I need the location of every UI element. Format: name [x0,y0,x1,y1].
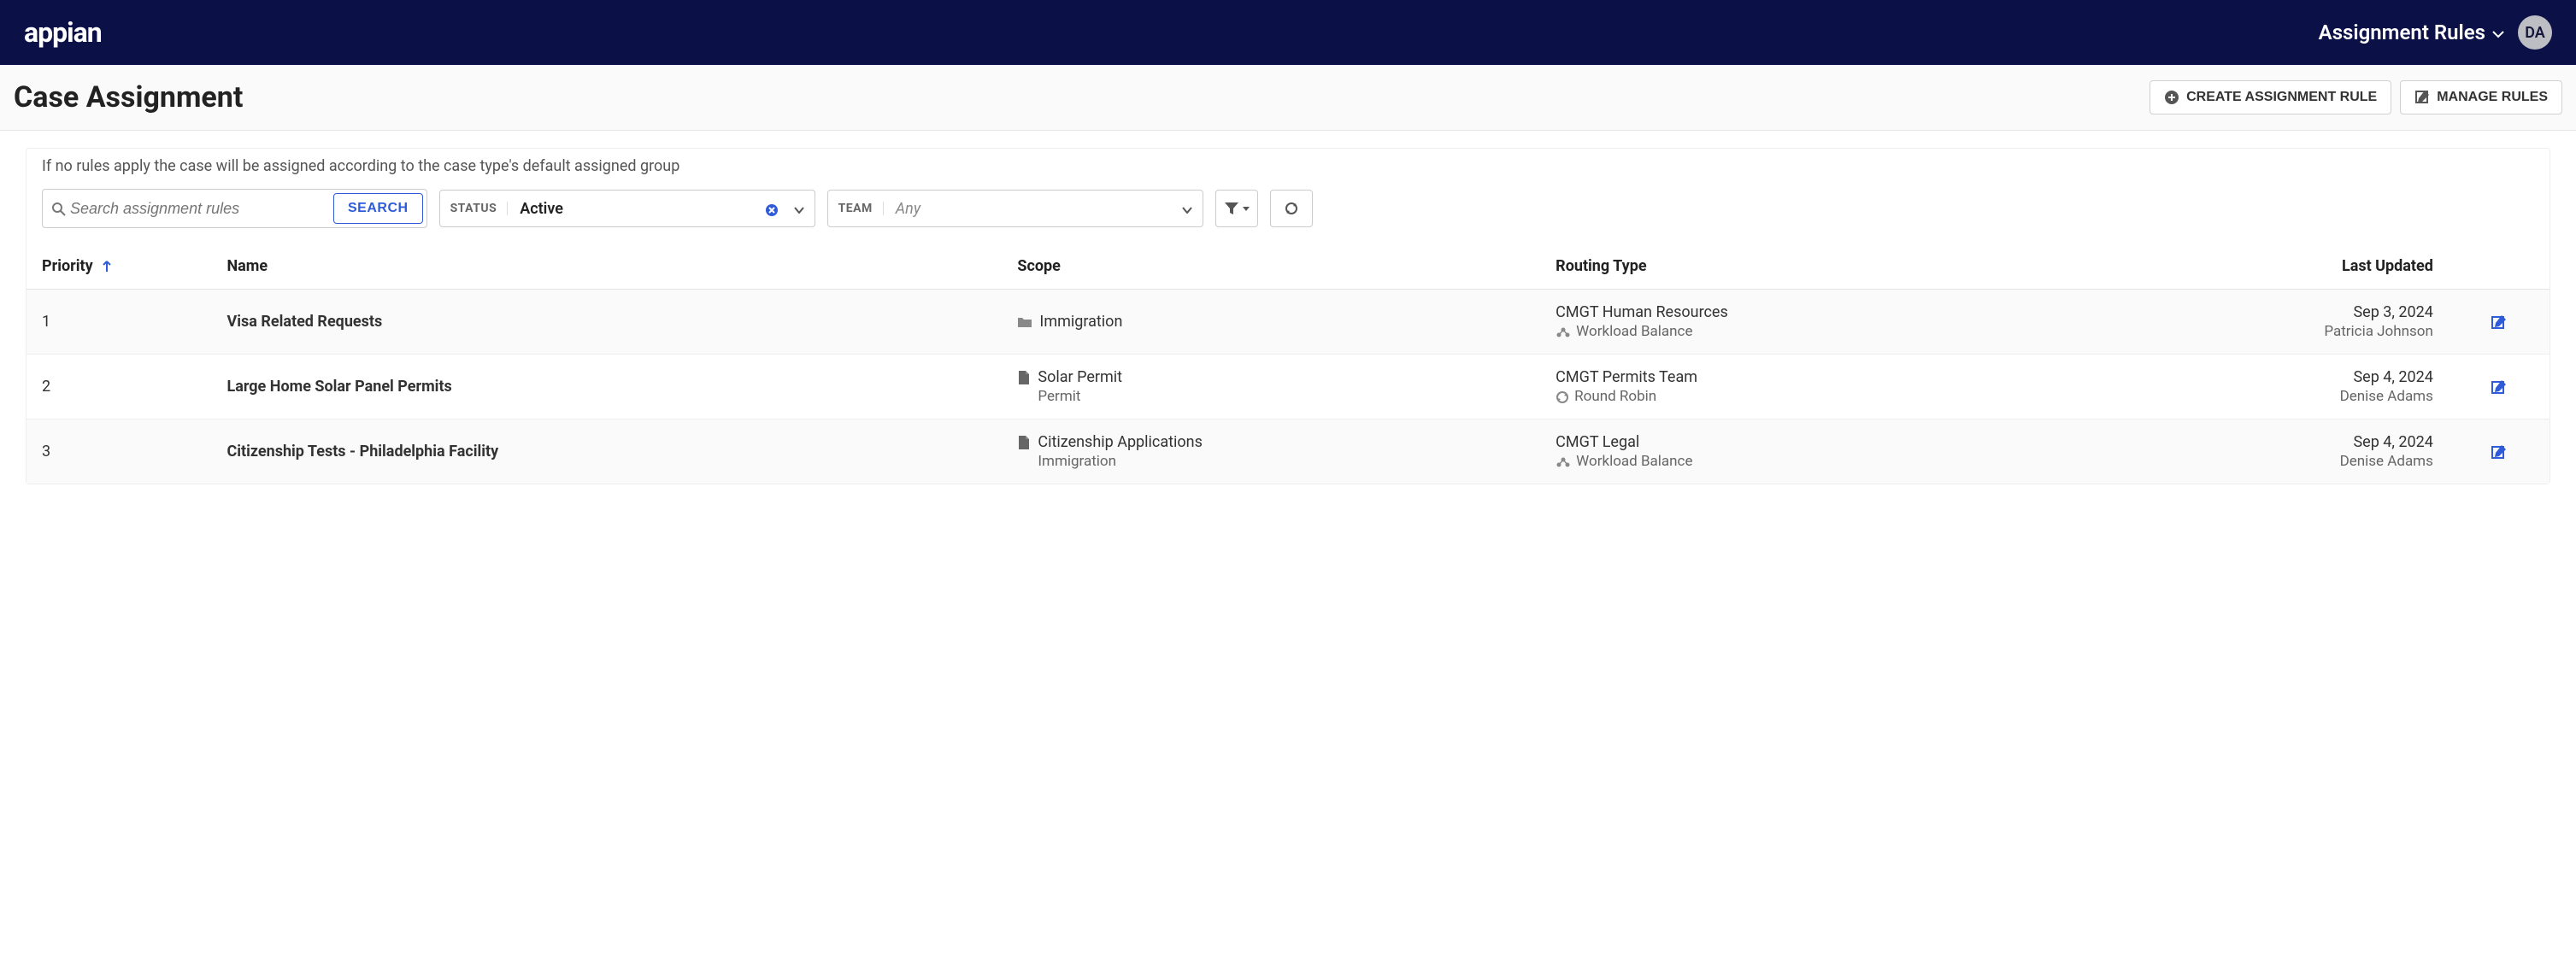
updated-date-text: Sep 4, 2024 [2161,433,2433,451]
status-clear-icon[interactable] [760,201,784,217]
scope-cell: Solar Permit Permit [1002,355,1540,419]
rules-table: Priority Name Scope Routing Type Last Up… [26,243,2550,484]
updated-by-text: Denise Adams [2161,388,2433,405]
status-filter[interactable]: STATUS Active [439,190,815,227]
routing-cell: CMGT Legal Workload Balance [1540,419,2145,484]
rules-card: If no rules apply the case will be assig… [26,148,2550,484]
routing-type-text: Workload Balance [1576,323,1692,340]
search-input[interactable] [67,193,325,225]
updated-cell: Sep 4, 2024 Denise Adams [2146,355,2449,419]
search-group: SEARCH [42,189,427,228]
updated-by-text: Patricia Johnson [2161,323,2433,340]
manage-button-label: MANAGE RULES [2437,90,2548,105]
col-scope-header[interactable]: Scope [1002,243,1540,290]
user-avatar[interactable]: DA [2518,15,2552,50]
col-action-header [2449,243,2550,290]
priority-cell: 3 [26,419,211,484]
round-robin-icon [1556,388,1569,405]
name-cell: Citizenship Tests - Philadelphia Facilit… [211,419,1002,484]
updated-cell: Sep 4, 2024 Denise Adams [2146,419,2449,484]
hint-text: If no rules apply the case will be assig… [26,149,2550,189]
table-header-row: Priority Name Scope Routing Type Last Up… [26,243,2550,290]
search-icon [51,200,67,217]
scope-title-text: Solar Permit [1038,368,1122,386]
routing-cell: CMGT Permits Team Round Robin [1540,355,2145,419]
create-assignment-rule-button[interactable]: CREATE ASSIGNMENT RULE [2150,80,2391,114]
edit-row-button[interactable] [2491,313,2508,331]
edit-row-button[interactable] [2491,443,2508,460]
manage-rules-button[interactable]: MANAGE RULES [2400,80,2562,114]
priority-cell: 2 [26,355,211,419]
small-caret-icon [1243,202,1250,215]
file-icon [1017,368,1031,386]
topbar: appian Assignment Rules DA [0,0,2576,65]
action-cell [2449,290,2550,355]
status-caret-icon[interactable] [784,201,815,217]
routing-team-text: CMGT Human Resources [1556,303,2130,321]
action-cell [2449,355,2550,419]
scope-cell: Citizenship Applications Immigration [1002,419,1540,484]
edit-square-icon [2414,90,2430,105]
col-updated-header[interactable]: Last Updated [2146,243,2449,290]
caret-down-icon [2492,21,2504,44]
routing-type-text: Workload Balance [1576,453,1692,470]
workload-balance-icon [1556,323,1571,340]
refresh-button[interactable] [1270,190,1313,227]
updated-date-text: Sep 3, 2024 [2161,303,2433,321]
status-value: Active [508,200,759,218]
priority-header-text: Priority [42,257,93,275]
topbar-right: Assignment Rules DA [2319,15,2552,50]
scope-title-text: Immigration [1039,313,1122,331]
filter-options-button[interactable] [1215,190,1258,227]
search-input-wrap [43,190,333,227]
page-title: Case Assignment [14,80,243,114]
scope-sub-text: Permit [1038,388,1525,405]
brand-logo: appian [24,16,102,49]
workload-balance-icon [1556,453,1571,470]
updated-cell: Sep 3, 2024 Patricia Johnson [2146,290,2449,355]
action-cell [2449,419,2550,484]
scope-title-text: Citizenship Applications [1038,433,1202,451]
scope-sub-text: Immigration [1038,453,1525,470]
team-filter[interactable]: TEAM Any [827,190,1203,227]
refresh-icon [1284,201,1299,216]
plus-circle-icon [2164,90,2179,105]
create-button-label: CREATE ASSIGNMENT RULE [2186,90,2377,105]
team-label: TEAM [828,202,884,215]
header-actions: CREATE ASSIGNMENT RULE MANAGE RULES [2150,80,2562,114]
team-placeholder: Any [884,200,1172,218]
funnel-icon [1224,201,1239,216]
routing-team-text: CMGT Permits Team [1556,368,2130,386]
updated-by-text: Denise Adams [2161,453,2433,470]
status-label: STATUS [440,202,509,215]
table-row: 2Large Home Solar Panel PermitsSolar Per… [26,355,2550,419]
search-button[interactable]: SEARCH [333,193,423,224]
folder-icon [1017,313,1032,331]
priority-cell: 1 [26,290,211,355]
edit-row-button[interactable] [2491,378,2508,396]
routing-type-text: Round Robin [1574,388,1656,405]
routing-cell: CMGT Human Resources Workload Balance [1540,290,2145,355]
routing-team-text: CMGT Legal [1556,433,2130,451]
scope-cell: Immigration [1002,290,1540,355]
filters-row: SEARCH STATUS Active TEAM Any [26,189,2550,240]
file-icon [1017,433,1031,451]
team-caret-icon[interactable] [1172,201,1203,217]
table-row: 1Visa Related Requests Immigration CMGT Hu… [26,290,2550,355]
sort-asc-icon [102,257,112,275]
updated-date-text: Sep 4, 2024 [2161,368,2433,386]
table-row: 3Citizenship Tests - Philadelphia Facili… [26,419,2550,484]
page-header: Case Assignment CREATE ASSIGNMENT RULE M… [0,65,2576,131]
name-cell: Visa Related Requests [211,290,1002,355]
nav-title-text: Assignment Rules [2319,21,2485,44]
col-routing-header[interactable]: Routing Type [1540,243,2145,290]
col-priority-header[interactable]: Priority [26,243,211,290]
nav-dropdown[interactable]: Assignment Rules [2319,21,2504,44]
name-cell: Large Home Solar Panel Permits [211,355,1002,419]
col-name-header[interactable]: Name [211,243,1002,290]
content-area: If no rules apply the case will be assig… [0,131,2576,502]
